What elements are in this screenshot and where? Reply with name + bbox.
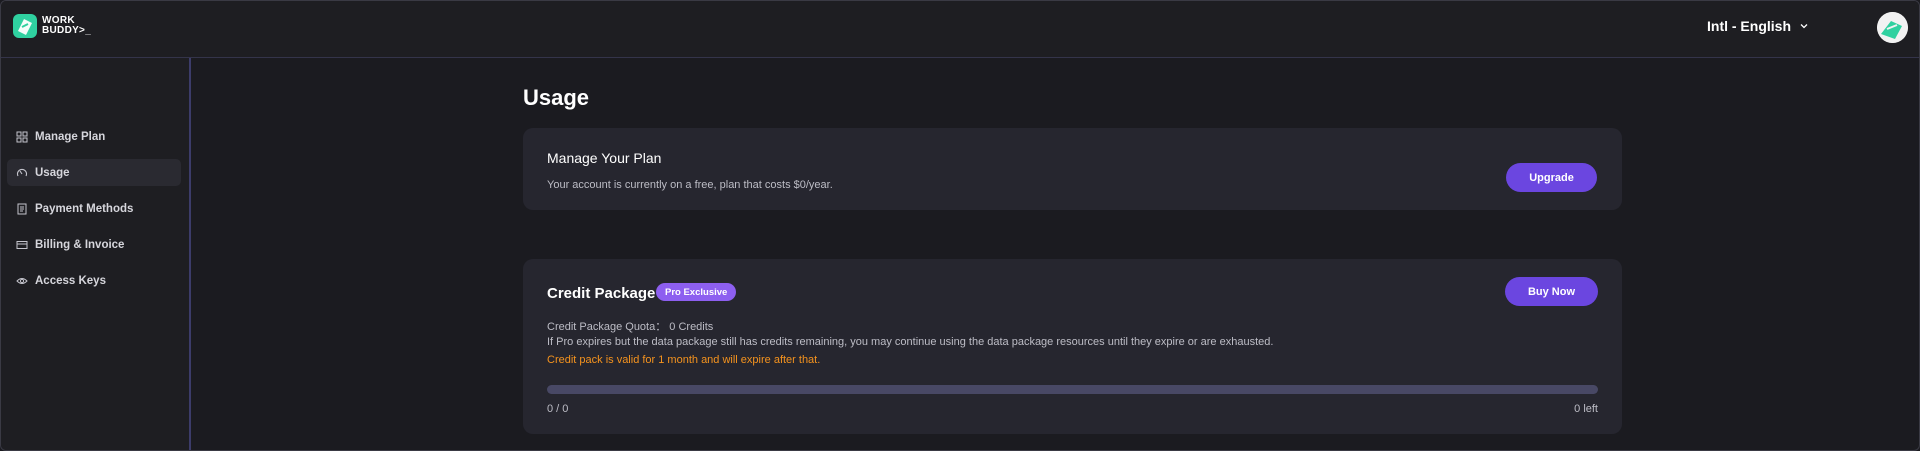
credit-usage-count: 0 / 0 [547, 403, 569, 415]
credit-package-title: Credit Package [547, 285, 656, 302]
pro-exclusive-badge: Pro Exclusive [656, 283, 737, 301]
upgrade-button[interactable]: Upgrade [1506, 163, 1597, 192]
sidebar-item-label: Payment Methods [35, 202, 134, 215]
plan-card-description: Your account is currently on a free, pla… [547, 179, 833, 191]
credit-warning-text: Credit pack is valid for 1 month and wil… [547, 354, 821, 366]
credit-package-card: Credit Package Pro Exclusive Buy Now Cre… [523, 259, 1622, 434]
language-selector[interactable]: Intl - English [1707, 18, 1809, 34]
manage-plan-card: Manage Your Plan Your account is current… [523, 128, 1622, 210]
sidebar-item-label: Manage Plan [35, 130, 106, 143]
eye-icon [16, 277, 28, 284]
sidebar-item-label: Billing & Invoice [35, 238, 125, 251]
document-icon [17, 203, 27, 214]
sidebar-item-usage[interactable]: Usage [7, 159, 181, 186]
chevron-down-icon [1800, 24, 1808, 29]
app-window: WORK BUDDY>_ Intl - English Manage Plan … [0, 0, 1920, 451]
sidebar-item-access-keys[interactable]: Access Keys [7, 267, 181, 294]
credit-info-text: If Pro expires but the data package stil… [547, 336, 1274, 348]
grid-icon [16, 131, 28, 142]
language-label: Intl - English [1707, 18, 1791, 34]
card-icon [16, 240, 28, 249]
top-header: WORK BUDDY>_ Intl - English [1, 1, 1919, 58]
plan-card-title: Manage Your Plan [547, 150, 662, 166]
sidebar-item-payment-methods[interactable]: Payment Methods [7, 195, 181, 222]
gauge-icon [16, 168, 28, 176]
sidebar-item-label: Access Keys [35, 274, 106, 287]
sidebar-item-billing-invoice[interactable]: Billing & Invoice [7, 231, 181, 258]
avatar[interactable] [1877, 12, 1908, 43]
buy-now-button[interactable]: Buy Now [1505, 277, 1598, 306]
credit-remaining: 0 left [1574, 403, 1598, 415]
logo-text-line2: BUDDY>_ [42, 25, 92, 36]
sidebar-item-label: Usage [35, 166, 70, 179]
logo-text: WORK BUDDY>_ [42, 16, 91, 36]
logo[interactable]: WORK BUDDY>_ [13, 14, 91, 38]
page-title: Usage [523, 85, 590, 110]
sidebar-item-manage-plan[interactable]: Manage Plan [7, 123, 181, 150]
sidebar: Manage Plan Usage Payment Methods Billin… [1, 58, 191, 450]
credit-quota-text: Credit Package Quota： 0 Credits [547, 321, 714, 333]
credit-progress-bar [547, 385, 1598, 394]
logo-icon [13, 14, 37, 38]
